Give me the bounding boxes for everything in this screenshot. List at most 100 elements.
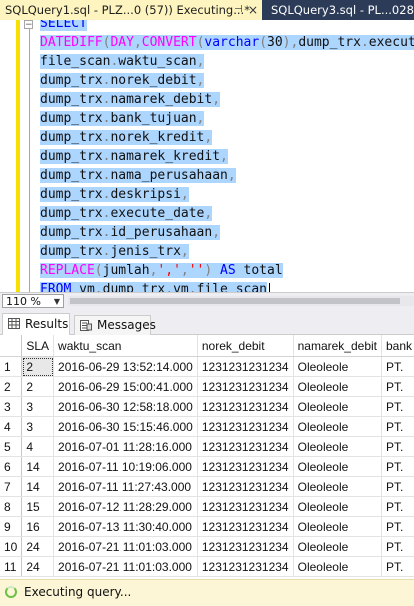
grid-cell[interactable]: 2016-07-11 11:27:43.000 bbox=[53, 476, 198, 497]
grid-cell[interactable]: 1231231231234 bbox=[197, 376, 294, 397]
grid-cell[interactable]: 1231231231234 bbox=[197, 516, 294, 537]
row-number[interactable]: 10 bbox=[0, 536, 23, 557]
column-header[interactable]: namarek_debit bbox=[293, 335, 383, 357]
row-number[interactable]: 5 bbox=[0, 436, 23, 457]
grid-cell[interactable]: 2016-07-12 11:28:29.000 bbox=[53, 496, 198, 517]
column-header[interactable]: bank bbox=[381, 335, 414, 357]
grid-cell[interactable]: 15 bbox=[21, 496, 55, 517]
row-number[interactable]: 9 bbox=[0, 516, 23, 537]
grid-cell[interactable]: PT. bbox=[381, 556, 414, 577]
tab-results[interactable]: Results bbox=[2, 313, 70, 335]
row-number[interactable]: 8 bbox=[0, 496, 23, 517]
table-row[interactable]: 8 15 2016-07-12 11:28:29.000 1231231231234 O… bbox=[0, 496, 414, 517]
grid-cell[interactable]: PT. bbox=[381, 416, 414, 437]
grid-cell[interactable]: 2016-07-01 11:28:16.000 bbox=[53, 436, 198, 457]
selected-text: SELECT bbox=[40, 20, 87, 31]
tab-messages[interactable]: Messages bbox=[74, 315, 156, 335]
zoom-select[interactable]: 110 % ▼ bbox=[2, 294, 64, 308]
row-number[interactable]: 6 bbox=[0, 456, 23, 477]
pin-icon[interactable]: ⊣ bbox=[234, 0, 243, 20]
sql-editor[interactable]: − SELECT DATEDIFF(DAY,CONVERT(varchar(30)… bbox=[0, 20, 414, 292]
grid-cell[interactable]: PT. bbox=[381, 376, 414, 397]
results-grid[interactable]: SLA waktu_scan norek_debit namarek_debit ban… bbox=[0, 335, 414, 579]
grid-cell[interactable]: 14 bbox=[21, 476, 55, 497]
grid-cell[interactable]: PT. bbox=[381, 516, 414, 537]
code-token: bank_tujuan bbox=[110, 111, 197, 126]
grid-cell[interactable]: 1231231231234 bbox=[197, 536, 294, 557]
table-row[interactable]: 1 2 2016-06-29 13:52:14.000 1231231231234 Ol… bbox=[0, 356, 414, 377]
grid-cell[interactable]: 16 bbox=[21, 516, 55, 537]
grid-cell[interactable]: 2016-06-29 13:52:14.000 bbox=[53, 356, 198, 377]
column-header[interactable]: norek_debit bbox=[197, 335, 294, 357]
grid-cell[interactable]: 2 bbox=[21, 376, 55, 397]
code-token: dump_trx bbox=[40, 149, 103, 164]
table-row[interactable]: 7 14 2016-07-11 11:27:43.000 1231231231234 O… bbox=[0, 476, 414, 497]
row-number[interactable]: 3 bbox=[0, 396, 23, 417]
code-token: vm bbox=[173, 282, 189, 292]
grid-cell[interactable]: 1231231231234 bbox=[197, 476, 294, 497]
grid-cell[interactable]: 24 bbox=[21, 536, 55, 557]
tab-sqlquery3[interactable]: SQLQuery3.sql - PL...0289\D bbox=[266, 0, 414, 20]
table-row[interactable]: 4 3 2016-06-30 15:15:46.000 1231231231234 Ol… bbox=[0, 416, 414, 437]
table-row[interactable]: 11 24 2016-07-21 11:01:03.000 1231231231234… bbox=[0, 556, 414, 577]
grid-cell[interactable]: 1231231231234 bbox=[197, 416, 294, 437]
row-number[interactable]: 1 bbox=[0, 356, 23, 377]
grid-cell[interactable]: 3 bbox=[21, 416, 55, 437]
grid-cell[interactable]: Oleoleole bbox=[293, 536, 383, 557]
row-number[interactable]: 11 bbox=[0, 556, 23, 577]
collapse-icon[interactable]: − bbox=[24, 20, 33, 30]
grid-cell[interactable]: 24 bbox=[21, 556, 55, 577]
grid-cell[interactable]: PT. bbox=[381, 356, 414, 377]
table-row[interactable]: 5 4 2016-07-01 11:28:16.000 1231231231234 Ol… bbox=[0, 436, 414, 457]
grid-cell[interactable]: 2 bbox=[21, 356, 55, 377]
table-row[interactable]: 3 3 2016-06-30 12:58:18.000 1231231231234 Ol… bbox=[0, 396, 414, 417]
grid-cell[interactable]: 1231231231234 bbox=[197, 436, 294, 457]
grid-cell[interactable]: 1231231231234 bbox=[197, 396, 294, 417]
grid-cell[interactable]: Oleoleole bbox=[293, 496, 383, 517]
grid-cell[interactable]: 2016-07-21 11:01:03.000 bbox=[53, 556, 198, 577]
table-row[interactable]: 6 14 2016-07-11 10:19:06.000 1231231231234 O… bbox=[0, 456, 414, 477]
row-number-header[interactable] bbox=[0, 335, 23, 357]
row-number[interactable]: 2 bbox=[0, 376, 23, 397]
grid-cell[interactable]: 4 bbox=[21, 436, 55, 457]
grid-cell[interactable]: Oleoleole bbox=[293, 416, 383, 437]
grid-cell[interactable]: Oleoleole bbox=[293, 456, 383, 477]
grid-cell[interactable]: Oleoleole bbox=[293, 476, 383, 497]
row-number[interactable]: 4 bbox=[0, 416, 23, 437]
grid-cell[interactable]: PT. bbox=[381, 436, 414, 457]
grid-cell[interactable]: Oleoleole bbox=[293, 376, 383, 397]
grid-cell[interactable]: 2016-07-21 11:01:03.000 bbox=[53, 536, 198, 557]
scrollbar-thumb[interactable] bbox=[70, 298, 400, 304]
grid-cell[interactable]: 1231231231234 bbox=[197, 556, 294, 577]
grid-cell[interactable]: PT. bbox=[381, 396, 414, 417]
table-row[interactable]: 9 16 2016-07-13 11:30:40.000 1231231231234 O… bbox=[0, 516, 414, 537]
chevron-down-icon: ▼ bbox=[53, 297, 60, 306]
table-row[interactable]: 2 2 2016-06-29 15:00:41.000 1231231231234 Ol… bbox=[0, 376, 414, 397]
column-header[interactable]: SLA bbox=[21, 335, 55, 357]
close-icon[interactable]: × bbox=[248, 0, 258, 20]
grid-cell[interactable]: 2016-07-11 10:19:06.000 bbox=[53, 456, 198, 477]
grid-cell[interactable]: 3 bbox=[21, 396, 55, 417]
grid-cell[interactable]: PT. bbox=[381, 476, 414, 497]
grid-cell[interactable]: 1231231231234 bbox=[197, 356, 294, 377]
grid-cell[interactable]: Oleoleole bbox=[293, 516, 383, 537]
grid-cell[interactable]: Oleoleole bbox=[293, 396, 383, 417]
grid-cell[interactable]: PT. bbox=[381, 456, 414, 477]
row-number[interactable]: 7 bbox=[0, 476, 23, 497]
table-row[interactable]: 10 24 2016-07-21 11:01:03.000 1231231231234… bbox=[0, 536, 414, 557]
grid-cell[interactable]: 14 bbox=[21, 456, 55, 477]
grid-cell[interactable]: PT. bbox=[381, 496, 414, 517]
tab-sqlquery1[interactable]: SQLQuery1.sql - PLZ...0 (57)) Executing.… bbox=[0, 0, 262, 20]
column-header[interactable]: waktu_scan bbox=[53, 335, 198, 357]
grid-cell[interactable]: 2016-06-29 15:00:41.000 bbox=[53, 376, 198, 397]
grid-cell[interactable]: 1231231231234 bbox=[197, 456, 294, 477]
grid-cell[interactable]: Oleoleole bbox=[293, 556, 383, 577]
grid-cell[interactable]: Oleoleole bbox=[293, 436, 383, 457]
horizontal-scrollbar[interactable] bbox=[68, 296, 414, 306]
grid-cell[interactable]: Oleoleole bbox=[293, 356, 383, 377]
grid-cell[interactable]: 2016-06-30 12:58:18.000 bbox=[53, 396, 198, 417]
grid-cell[interactable]: PT. bbox=[381, 536, 414, 557]
grid-cell[interactable]: 2016-07-13 11:30:40.000 bbox=[53, 516, 198, 537]
grid-cell[interactable]: 1231231231234 bbox=[197, 496, 294, 517]
grid-cell[interactable]: 2016-06-30 15:15:46.000 bbox=[53, 416, 198, 437]
